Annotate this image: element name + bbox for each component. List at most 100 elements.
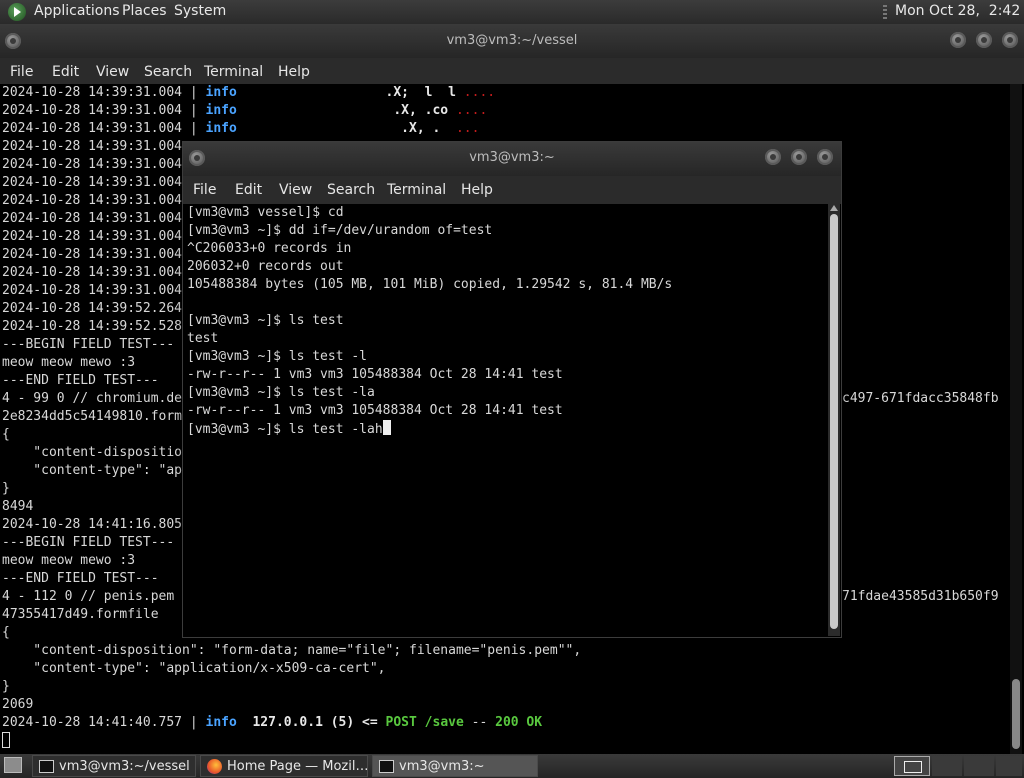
log-text: 2024-10-28 14:39:31.004: [2, 247, 183, 262]
maximize-icon[interactable]: [791, 149, 807, 165]
log-art-dots: ...: [455, 121, 480, 136]
terminal-line: ---END FIELD TEST---: [2, 372, 159, 390]
menu-view[interactable]: View: [96, 64, 129, 80]
window-title: vm3@vm3:~: [469, 150, 555, 165]
panel-handle[interactable]: [883, 5, 887, 19]
menubar: File Edit View Search Terminal Help: [0, 58, 1024, 84]
terminal-line: 47355417d49.formfile: [2, 606, 159, 624]
window-menu-icon[interactable]: [5, 33, 21, 49]
log-text: 2024-10-28 14:39:31.004: [2, 157, 183, 172]
menu-system[interactable]: System: [174, 3, 226, 19]
terminal-line: meow meow mewo :3: [2, 552, 135, 570]
terminal-cursor: [2, 732, 10, 748]
terminal-line: 2069: [2, 696, 33, 714]
log-text: 47355417d49.formfile: [2, 607, 159, 622]
terminal-line: 2024-10-28 14:39:31.004: [2, 246, 182, 264]
clock[interactable]: Mon Oct 28, 2:42 PM: [895, 3, 1024, 19]
terminal-line: ---BEGIN FIELD TEST---: [2, 534, 174, 552]
menu-file[interactable]: File: [193, 182, 216, 198]
menu-edit[interactable]: Edit: [52, 64, 79, 80]
log-message: .X, .co: [236, 103, 456, 118]
terminal-line: 4 - 112 0 // penis.pem: [2, 588, 174, 606]
log-text: 2024-10-28 14:39:31.004 |: [2, 121, 206, 136]
scrollbar[interactable]: [1010, 84, 1022, 754]
workspace-2[interactable]: [932, 756, 962, 776]
scroll-up-icon[interactable]: [830, 205, 838, 211]
window-titlebar[interactable]: vm3@vm3:~/vessel: [0, 24, 1024, 58]
terminal-line: 206032+0 records out: [187, 259, 344, 274]
scrollbar-thumb[interactable]: [1012, 679, 1020, 749]
terminal-line: 2e8234dd5c54149810.form: [2, 408, 182, 426]
window-menu-icon[interactable]: [189, 150, 205, 166]
workspace-1[interactable]: [894, 756, 930, 776]
menu-search[interactable]: Search: [327, 182, 375, 198]
terminal-line: 2024-10-28 14:39:31.004: [2, 282, 182, 300]
log-text: meow meow mewo :3: [2, 553, 136, 568]
minimize-icon[interactable]: [765, 149, 781, 165]
window-titlebar[interactable]: vm3@vm3:~: [183, 142, 841, 176]
workspace-4[interactable]: [996, 756, 1022, 776]
show-desktop-icon[interactable]: [4, 757, 22, 773]
menu-terminal[interactable]: Terminal: [204, 64, 263, 80]
menu-terminal[interactable]: Terminal: [387, 182, 446, 198]
menu-view[interactable]: View: [279, 182, 312, 198]
log-message: 127.0.0.1 (5) <=: [236, 715, 386, 730]
log-text: "content-disposition": "form-data; name=…: [2, 643, 582, 658]
log-status: 200 OK: [495, 715, 543, 730]
log-text: 2024-10-28 14:39:31.004: [2, 139, 183, 154]
log-text: ---BEGIN FIELD TEST---: [2, 337, 175, 352]
terminal-line: 2024-10-28 14:39:52.528: [2, 318, 182, 336]
log-text: 2024-10-28 14:39:31.004 |: [2, 103, 206, 118]
log-text: "content-type": "application/x-x509-ca-c…: [2, 661, 386, 676]
maximize-icon[interactable]: [976, 32, 992, 48]
log-text-right: 71fdae43585d31b650f9: [842, 589, 999, 604]
menu-edit[interactable]: Edit: [235, 182, 262, 198]
terminal-line: ---BEGIN FIELD TEST---: [2, 336, 174, 354]
workspace-3[interactable]: [964, 756, 994, 776]
close-icon[interactable]: [817, 149, 833, 165]
window-title: vm3@vm3:~/vessel: [446, 33, 578, 48]
menu-places[interactable]: Places: [122, 3, 167, 19]
log-level: info: [205, 715, 237, 730]
terminal-line: }: [2, 480, 10, 498]
log-level: info: [205, 121, 237, 136]
minimize-icon[interactable]: [950, 32, 966, 48]
menu-file[interactable]: File: [10, 64, 33, 80]
log-text-right: c497-671fdacc35848fb: [842, 391, 999, 406]
log-text: {: [2, 625, 10, 640]
log-text: 2024-10-28 14:39:31.004: [2, 193, 183, 208]
terminal-line: 2024-10-28 14:39:31.004 | info .X, . ...: [2, 120, 479, 138]
menu-help[interactable]: Help: [461, 182, 493, 198]
log-text: {: [2, 427, 10, 442]
close-icon[interactable]: [1002, 32, 1018, 48]
terminal-line: 2024-10-28 14:39:31.004: [2, 210, 182, 228]
log-request: POST /save: [385, 715, 464, 730]
applications-logo-icon[interactable]: [8, 3, 26, 21]
menu-search[interactable]: Search: [144, 64, 192, 80]
firefox-icon: [207, 759, 222, 774]
terminal-line: 8494: [2, 498, 33, 516]
log-text: 2069: [2, 697, 34, 712]
terminal-line: 105488384 bytes (105 MB, 101 MiB) copied…: [187, 277, 673, 292]
log-text: 2024-10-28 14:41:16.805: [2, 517, 183, 532]
menu-applications[interactable]: Applications: [34, 3, 120, 19]
scrollbar-thumb[interactable]: [830, 214, 838, 629]
log-text: meow meow mewo :3: [2, 355, 136, 370]
menu-help[interactable]: Help: [278, 64, 310, 80]
terminal-cursor: [382, 420, 391, 435]
terminal-output[interactable]: [vm3@vm3 vessel]$ cd [vm3@vm3 ~]$ dd if=…: [185, 204, 825, 636]
terminal-line: 2024-10-28 14:41:40.757 | info 127.0.0.1…: [2, 714, 542, 732]
log-level: info: [205, 103, 237, 118]
terminal-line: [vm3@vm3 vessel]$ cd: [187, 205, 344, 220]
scrollbar[interactable]: [828, 204, 840, 636]
task-terminal-home[interactable]: vm3@vm3:~: [372, 755, 538, 777]
task-firefox[interactable]: Home Page — Mozil…: [200, 755, 368, 777]
log-text: 2024-10-28 14:39:31.004: [2, 211, 183, 226]
log-text: 2024-10-28 14:39:31.004: [2, 283, 183, 298]
terminal-line: "content-type": "application/x-x509-ca-c…: [2, 660, 386, 678]
task-terminal-vessel[interactable]: vm3@vm3:~/vessel: [32, 755, 196, 777]
terminal-line: ---END FIELD TEST---: [2, 570, 159, 588]
terminal-line: {: [2, 426, 10, 444]
terminal-line: 2024-10-28 14:39:31.004: [2, 228, 182, 246]
terminal-line: 2024-10-28 14:39:31.004 | info .X; l l .…: [2, 84, 495, 102]
